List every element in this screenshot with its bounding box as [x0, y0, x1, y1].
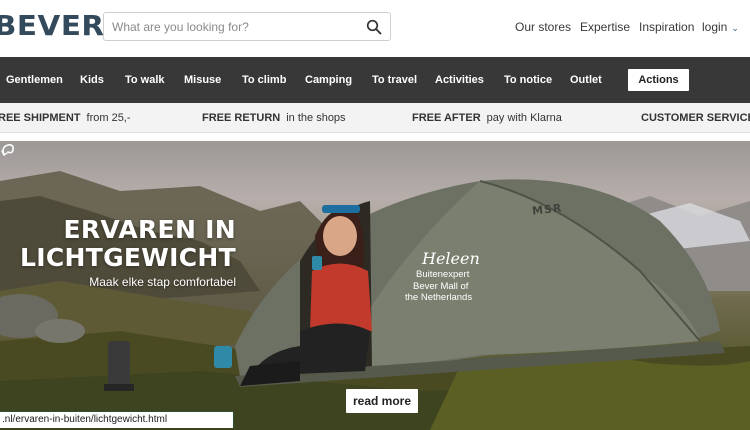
nav-item-to-climb[interactable]: To climb [242, 74, 286, 86]
expert-role-line1: Buitenexpert [416, 269, 470, 280]
login-label: login [702, 20, 728, 34]
usp-text: from 25,- [86, 112, 131, 124]
bever-logo[interactable]: BEVER [0, 9, 105, 42]
nav-item-to-notice[interactable]: To notice [504, 74, 552, 86]
hero-title-line2: LICHTGEWICHT [20, 243, 236, 272]
site-header: BEVER Our stores Expertise Inspiration l… [0, 0, 750, 57]
nav-item-to-walk[interactable]: To walk [125, 74, 165, 86]
usp-bar: REE SHIPMENT from 25,- FREE RETURN in the … [0, 103, 750, 133]
hero-title-line1: ERVAREN IN [63, 215, 236, 244]
nav-item-to-travel[interactable]: To travel [372, 74, 417, 86]
nav-item-activities[interactable]: Activities [435, 74, 484, 86]
status-bar-url: .nl/ervaren-in-buiten/lichtgewicht.html [0, 411, 234, 428]
nav-item-camping[interactable]: Camping [305, 74, 352, 86]
nav-item-kids[interactable]: Kids [80, 74, 104, 86]
usp-strong: CUSTOMER SERVICE [641, 112, 750, 124]
expert-role-line2: Bever Mall of [413, 280, 469, 292]
usp-free-after[interactable]: FREE AFTER pay with Klarna [412, 112, 562, 124]
nav-item-gentlemen[interactable]: Gentlemen [6, 74, 63, 86]
expert-role-line3: the Netherlands [405, 292, 473, 303]
usp-free-return[interactable]: FREE RETURN in the shops [202, 112, 346, 124]
search-box[interactable] [103, 12, 391, 41]
search-icon[interactable] [366, 19, 382, 35]
hero-title: ERVAREN IN LICHTGEWICHT [0, 216, 236, 272]
search-input[interactable] [112, 13, 357, 40]
usp-free-shipment[interactable]: REE SHIPMENT from 25,- [0, 112, 131, 124]
usp-customer-service[interactable]: CUSTOMER SERVICE [641, 112, 750, 124]
expertise-link[interactable]: Expertise [580, 20, 630, 34]
read-more-button[interactable]: read more [346, 389, 418, 413]
usp-strong: FREE RETURN [202, 112, 281, 124]
usp-strong: REE SHIPMENT [0, 112, 81, 124]
our-stores-link[interactable]: Our stores [515, 20, 571, 34]
usp-text: pay with Klarna [486, 112, 562, 124]
nav-item-outlet[interactable]: Outlet [570, 74, 602, 86]
expert-role: Buitenexpert Bever Mall of the Netherlan… [405, 269, 472, 304]
nav-item-misuse[interactable]: Misuse [184, 74, 221, 86]
inspiration-link[interactable]: Inspiration [639, 20, 694, 34]
expert-name: Heleen [422, 249, 480, 268]
usp-strong: FREE AFTER [412, 112, 481, 124]
login-menu[interactable]: login ⌄ [702, 20, 739, 34]
main-nav: Gentlemen Kids To walk Misuse To climb C… [0, 57, 750, 103]
hero-subtitle: Maak elke stap comfortabel [89, 275, 236, 289]
arrow-curl-icon [1, 144, 14, 156]
hero-banner[interactable]: ERVAREN IN LICHTGEWICHT Maak elke stap c… [0, 141, 750, 430]
nav-item-actions[interactable]: Actions [628, 69, 689, 91]
chevron-down-icon: ⌄ [731, 23, 739, 33]
usp-text: in the shops [286, 112, 346, 124]
